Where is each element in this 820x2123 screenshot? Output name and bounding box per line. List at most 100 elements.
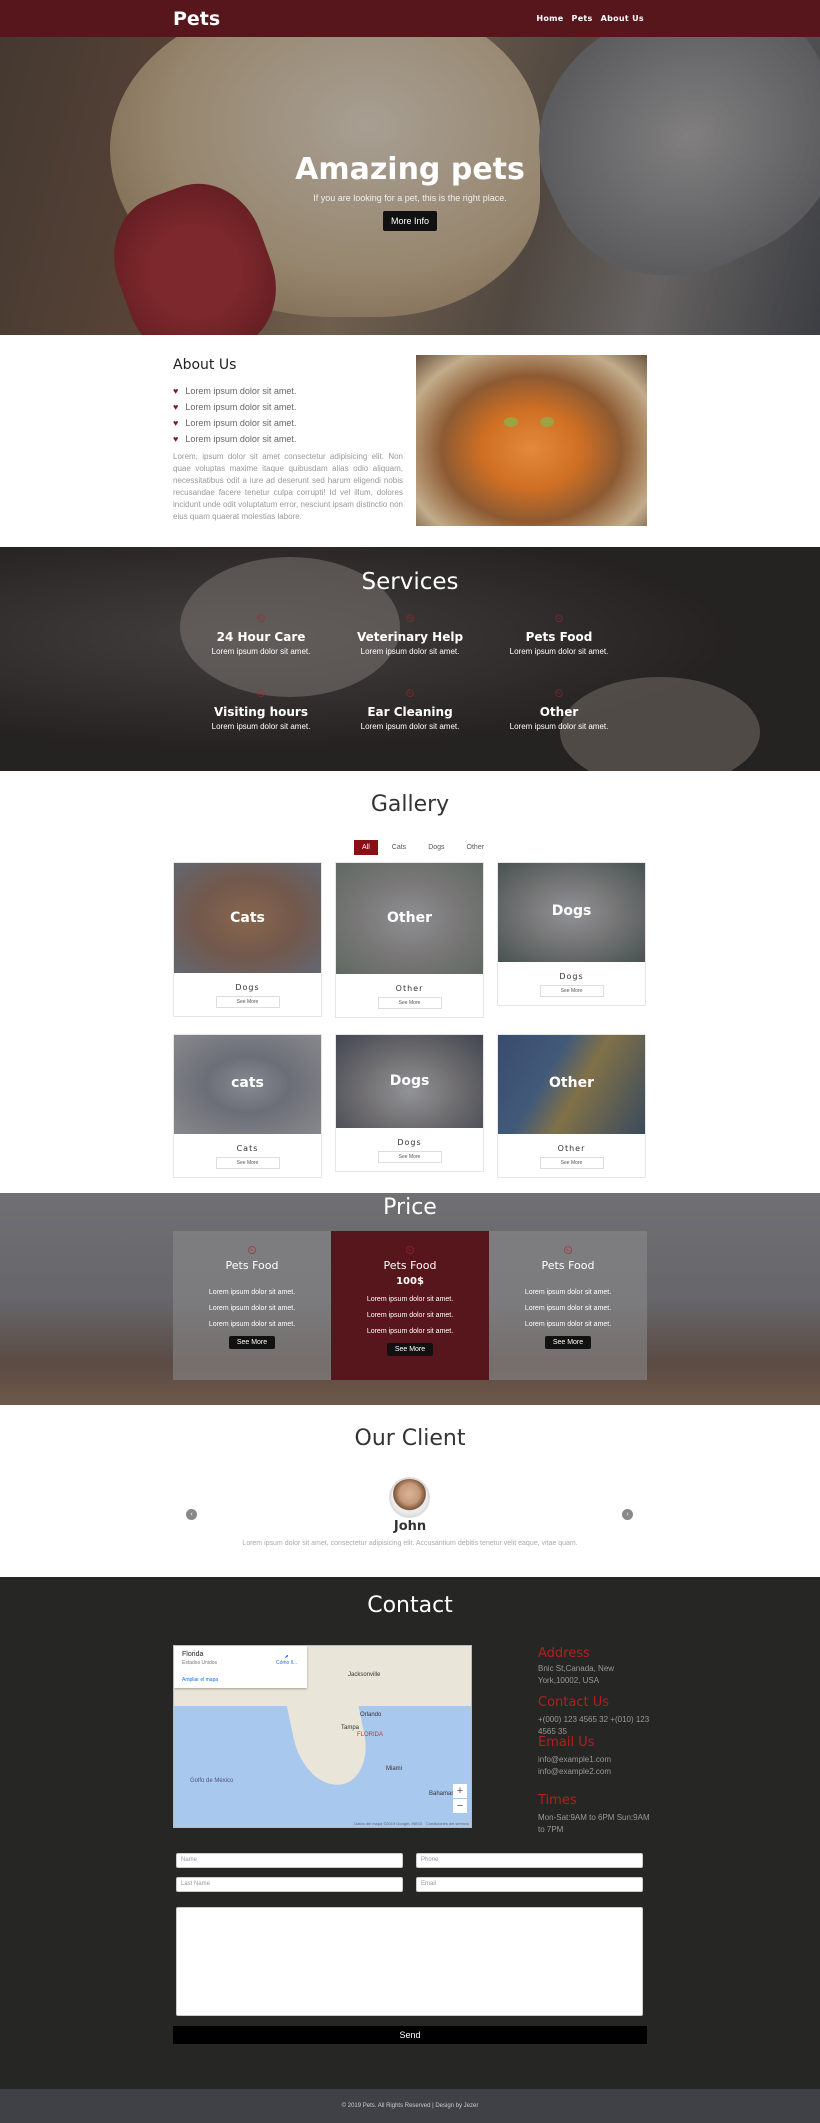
zoom-in-button[interactable]: + [453, 1784, 467, 1798]
heart-icon: ♥ [173, 418, 179, 428]
plan-feature: Lorem ipsum dolor sit amet. [208, 1305, 296, 1312]
service-item: ⏲ Ear Cleaning Lorem ipsum dolor sit ame… [330, 688, 490, 731]
see-more-button[interactable]: See More [386, 1343, 434, 1356]
map-directions-link[interactable]: ⬈ Cómo ll... [276, 1654, 297, 1666]
service-name: Pets Food [525, 630, 593, 644]
nav-links: Home Pets About Us [536, 14, 644, 23]
embedded-map[interactable]: Florida Estados Unidos Ampliar el mapa ⬈… [173, 1645, 472, 1828]
nav-link-home[interactable]: Home [536, 14, 563, 23]
map-label: Jacksonville [348, 1672, 381, 1678]
service-name: Ear Cleaning [367, 705, 453, 719]
gallery-image[interactable]: Other [336, 863, 483, 974]
see-more-button[interactable]: See More [228, 1336, 276, 1349]
gallery-image[interactable]: Cats [174, 863, 321, 973]
email-field[interactable]: Email [416, 1877, 643, 1892]
filter-other[interactable]: Other [459, 840, 493, 855]
clock-icon: ⏲ [563, 1243, 573, 1257]
plan-feature: Lorem ipsum dolor sit amet. [524, 1305, 612, 1312]
zoom-out-button[interactable]: − [453, 1799, 467, 1813]
see-more-button[interactable]: See More [539, 1157, 604, 1169]
service-name: 24 Hour Care [216, 630, 306, 644]
more-info-button[interactable]: More Info [382, 211, 438, 231]
plan-name: Pets Food [225, 1259, 279, 1272]
contact-title: Contact [367, 1593, 453, 1618]
service-desc: Lorem ipsum dolor sit amet. [360, 647, 460, 656]
message-textarea[interactable] [176, 1907, 643, 2016]
service-desc: Lorem ipsum dolor sit amet. [509, 647, 609, 656]
gallery-card: Dogs Dogs See More [335, 1034, 484, 1172]
heart-icon: ♥ [173, 434, 179, 444]
email-heading: Email Us [538, 1735, 595, 1750]
card-title: Dogs [397, 1138, 422, 1147]
service-item: ⏲ Pets Food Lorem ipsum dolor sit amet. [479, 613, 639, 656]
map-info-card: Florida Estados Unidos Ampliar el mapa ⬈… [174, 1646, 307, 1688]
email-text: info@example2.com [538, 1767, 612, 1776]
list-item-text: Lorem ipsum dolor sit amet. [185, 386, 297, 396]
send-button[interactable]: Send [173, 2026, 647, 2044]
clock-icon: ⏲ [554, 613, 564, 625]
name-field[interactable]: Name [176, 1853, 403, 1868]
contact-section: Contact Florida Estados Unidos Ampliar e… [0, 1577, 820, 2089]
about-paragraph: Lorem, ipsum dolor sit amet consectetur … [173, 452, 403, 521]
price-title: Price [383, 1195, 437, 1220]
card-overlay-label: Cats [230, 910, 265, 926]
about-section: About Us ♥ Lorem ipsum dolor sit amet. ♥ L… [0, 335, 820, 547]
clock-icon: ⏲ [247, 1243, 257, 1257]
filter-cats[interactable]: Cats [384, 840, 414, 855]
card-overlay-label: Dogs [389, 1073, 430, 1089]
map-enlarge-link[interactable]: Ampliar el mapa [182, 1677, 218, 1683]
gallery-card: Other Other See More [497, 1034, 646, 1178]
top-navbar: Pets Home Pets About Us [0, 0, 820, 37]
gallery-image[interactable]: Dogs [336, 1035, 483, 1128]
address-heading: Address [538, 1646, 590, 1661]
address-text: Bnic St,Canada, New York,10002, USA [538, 1664, 615, 1685]
nav-link-about[interactable]: About Us [601, 14, 644, 23]
map-label: FLORIDA [357, 1732, 384, 1738]
hero-subtitle: If you are looking for a pet, this is th… [313, 193, 507, 203]
gallery-card: Cats Dogs See More [173, 862, 322, 1017]
card-title: Cats [236, 1144, 259, 1153]
filter-dogs[interactable]: Dogs [420, 840, 452, 855]
service-item: ⏲ Visiting hours Lorem ipsum dolor sit a… [181, 688, 341, 731]
list-item: ♥ Lorem ipsum dolor sit amet. [173, 431, 296, 447]
gallery-image[interactable]: Dogs [498, 863, 645, 962]
service-desc: Lorem ipsum dolor sit amet. [360, 722, 460, 731]
card-overlay-label: Other [387, 910, 432, 926]
gallery-image[interactable]: cats [174, 1035, 321, 1134]
last-name-field[interactable]: Last Name [176, 1877, 403, 1892]
gallery-image[interactable]: Other [498, 1035, 645, 1134]
client-name: John [393, 1519, 427, 1534]
gallery-card: Other Other See More [335, 862, 484, 1018]
see-more-button[interactable]: See More [215, 996, 280, 1008]
card-title: Dogs [559, 972, 584, 981]
plan-feature: Lorem ipsum dolor sit amet. [524, 1289, 612, 1296]
cat-eye [540, 417, 554, 427]
card-overlay-label: Other [549, 1075, 594, 1091]
card-overlay-label: cats [231, 1075, 264, 1091]
email-text: info@example1.com [538, 1755, 612, 1764]
gallery-filters: All Cats Dogs Other [354, 840, 492, 855]
see-more-button[interactable]: See More [377, 997, 442, 1009]
map-place-name: Florida [182, 1651, 204, 1658]
nav-link-pets[interactable]: Pets [572, 14, 593, 23]
client-title: Our Client [354, 1426, 466, 1451]
plan-feature: Lorem ipsum dolor sit amet. [366, 1312, 454, 1319]
brand-logo[interactable]: Pets [173, 8, 220, 30]
plan-name: Pets Food [541, 1259, 595, 1272]
service-desc: Lorem ipsum dolor sit amet. [211, 647, 311, 656]
see-more-button[interactable]: See More [377, 1151, 442, 1163]
list-item: ♥ Lorem ipsum dolor sit amet. [173, 383, 296, 399]
list-item-text: Lorem ipsum dolor sit amet. [185, 434, 297, 444]
list-item-text: Lorem ipsum dolor sit amet. [185, 418, 297, 428]
hero-text: Amazing pets If you are looking for a pe… [0, 152, 820, 231]
plan-feature: Lorem ipsum dolor sit amet. [208, 1289, 296, 1296]
service-item: ⏲ Other Lorem ipsum dolor sit amet. [479, 688, 639, 731]
map-label: Tampa [341, 1725, 360, 1731]
filter-all[interactable]: All [354, 840, 378, 855]
phone-field[interactable]: Phone [416, 1853, 643, 1868]
see-more-button[interactable]: See More [544, 1336, 592, 1349]
price-plan-featured: ⏲ Pets Food 100$ Lorem ipsum dolor sit a… [331, 1231, 489, 1380]
see-more-button[interactable]: See More [215, 1157, 280, 1169]
see-more-button[interactable]: See More [539, 985, 604, 997]
map-directions-label: Cómo ll... [276, 1660, 298, 1666]
